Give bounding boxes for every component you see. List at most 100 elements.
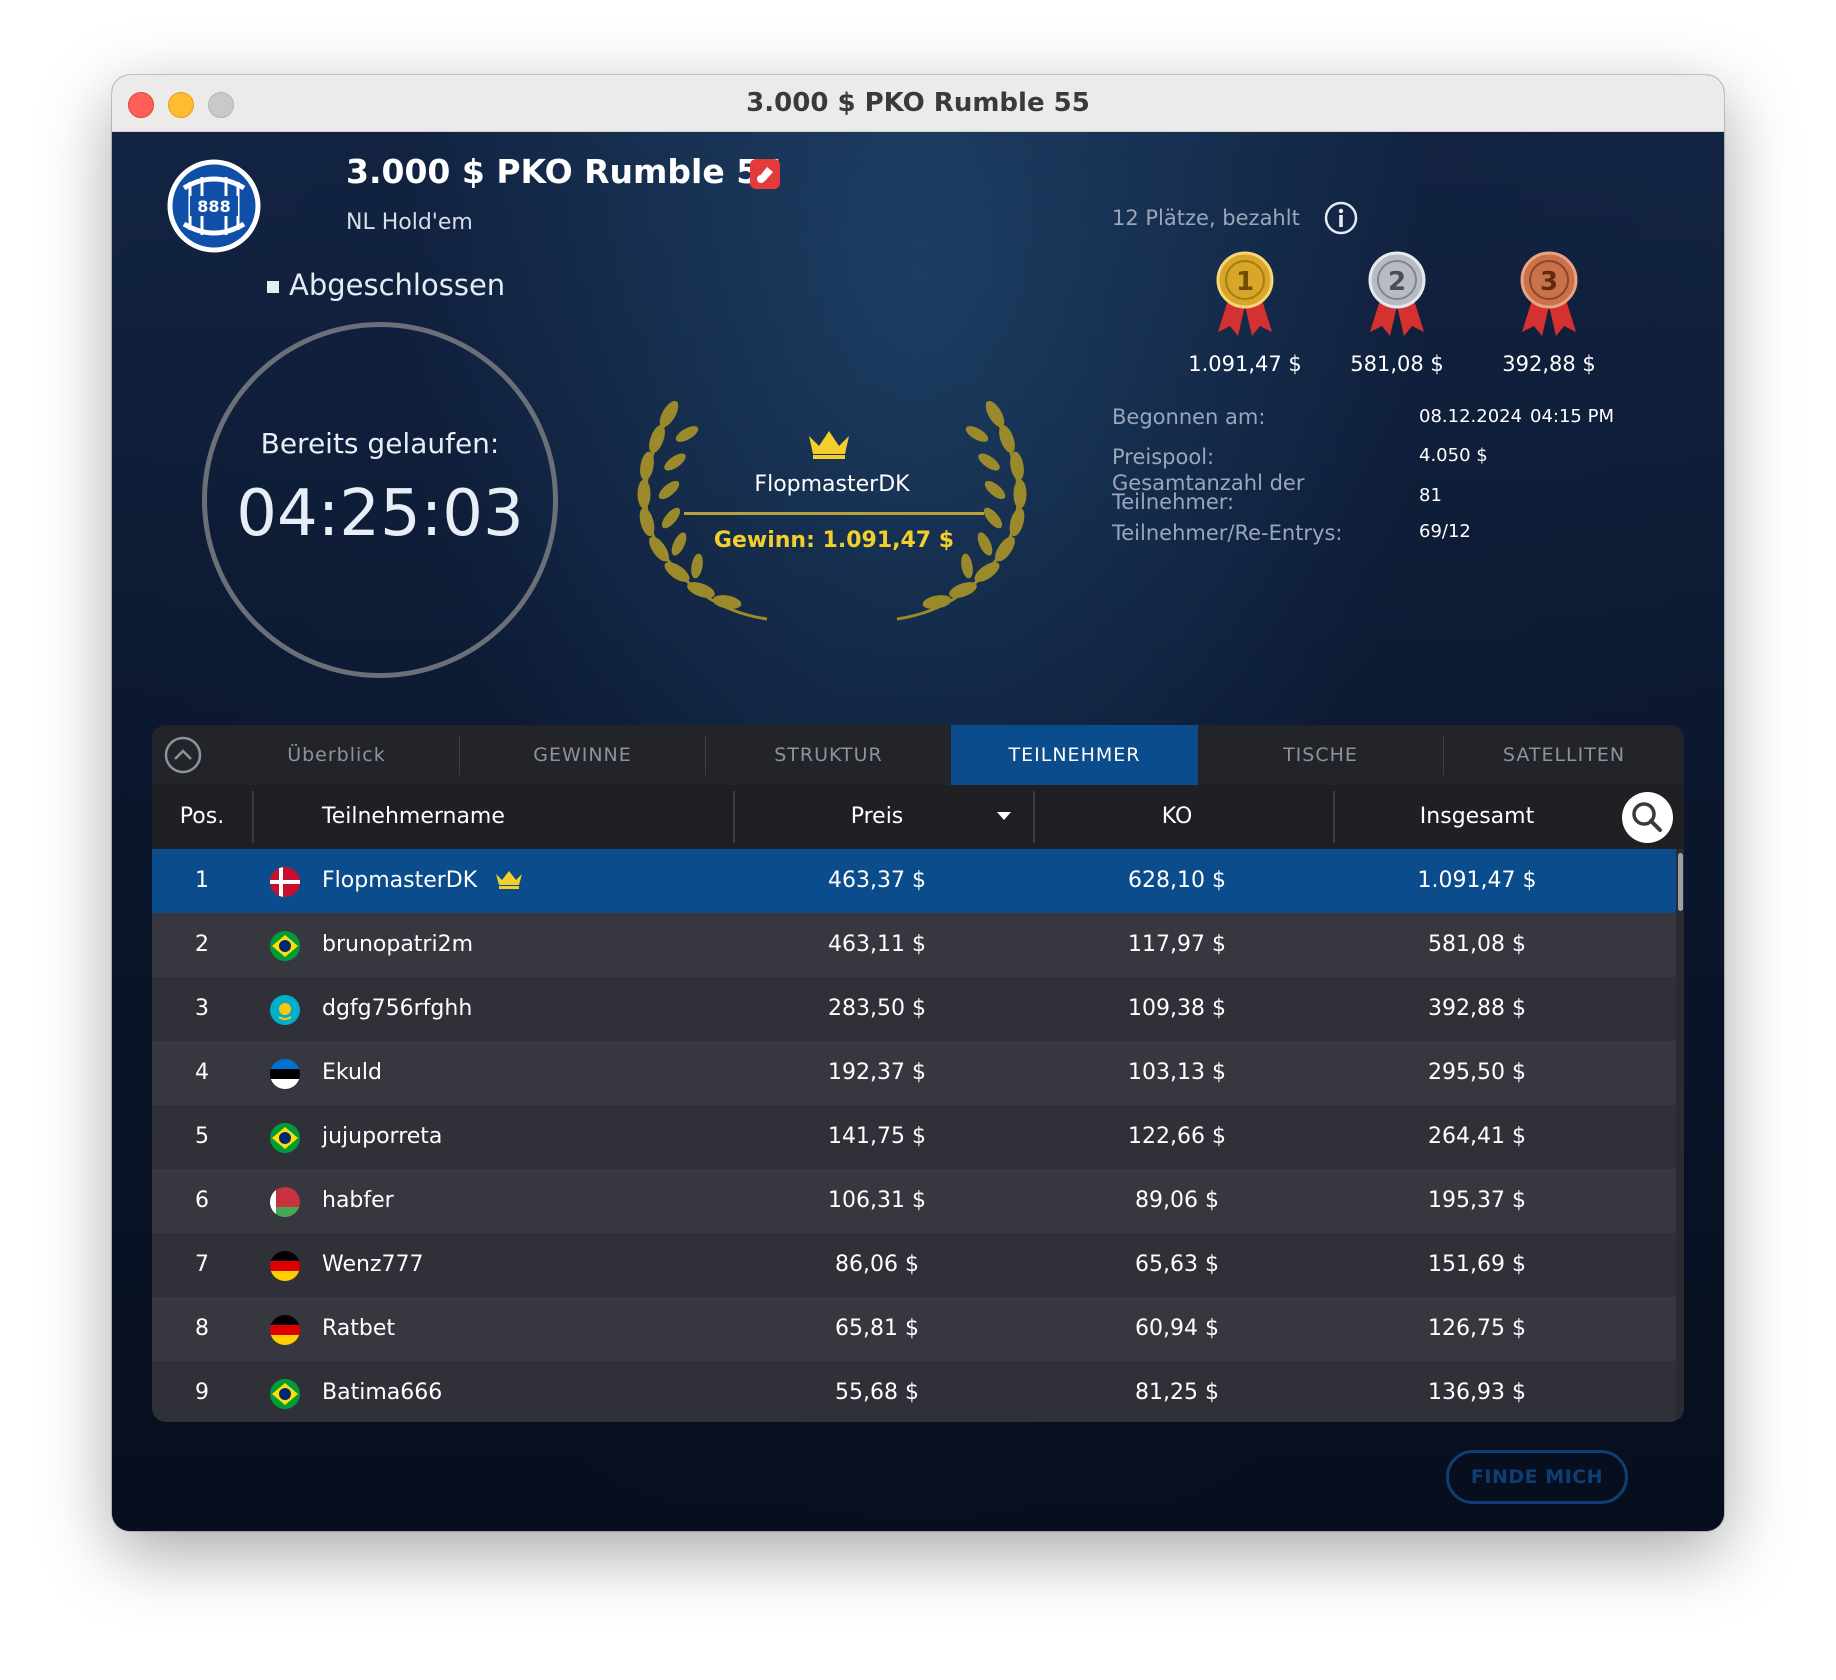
column-divider [252,791,254,843]
row-player-name: habfer [322,1188,394,1213]
tournament-status: Abgeschlossen [267,268,505,302]
tab-participants[interactable]: TEILNEHMER [951,725,1198,785]
row-total: 126,75 $ [1428,1316,1526,1341]
column-name[interactable]: Teilnehmername [322,785,505,849]
row-player-name: dgfg756rfghh [322,996,473,1021]
row-prize: 141,75 $ [828,1124,926,1149]
table-scrollbar[interactable] [1676,849,1684,1422]
info-icon[interactable] [1324,201,1358,235]
table-row[interactable]: 4 Ekuld 192,37 $ 103,13 $ 295,50 $ [152,1041,1676,1105]
scrollbar-thumb[interactable] [1678,853,1683,911]
svg-text:1: 1 [1236,267,1254,297]
row-prize: 283,50 $ [828,996,926,1021]
winner-crown-icon [809,431,849,459]
prize-first: 1.091,47 $ [1188,352,1302,376]
tab-tables[interactable]: TISCHE [1198,725,1443,785]
tournament-title: 3.000 $ PKO Rumble 55 [346,152,783,191]
tab-satellites[interactable]: SATELLITEN [1444,725,1684,785]
row-player-name: jujuporreta [322,1124,443,1149]
winner-divider [684,512,984,515]
row-ko: 89,06 $ [1135,1188,1219,1213]
started-time: 04:15 PM [1530,406,1614,427]
row-position: 1 [195,868,209,893]
column-total[interactable]: Insgesamt [1327,785,1627,849]
table-row[interactable]: 6 habfer 106,31 $ 89,06 $ 195,37 $ [152,1169,1676,1233]
estonia-flag-icon [270,1059,300,1089]
row-player-name: Batima666 [322,1380,443,1405]
row-ko: 628,10 $ [1128,868,1226,893]
row-total: 295,50 $ [1428,1060,1526,1085]
column-ko[interactable]: KO [1027,785,1327,849]
paid-places-label: 12 Plätze, bezahlt [1112,206,1300,230]
row-ko: 122,66 $ [1128,1124,1226,1149]
svg-text:888: 888 [197,197,230,216]
row-total: 151,69 $ [1428,1252,1526,1277]
table-row[interactable]: 2 brunopatri2m 463,11 $ 117,97 $ 581,08 … [152,913,1676,977]
brazil-flag-icon [270,1123,300,1153]
row-position: 7 [195,1252,209,1277]
column-position[interactable]: Pos. [152,785,252,849]
winner-gain: Gewinn: 1.091,47 $ [713,528,955,553]
table-row[interactable]: 8 Ratbet 65,81 $ 60,94 $ 126,75 $ [152,1297,1676,1361]
row-ko: 117,97 $ [1128,932,1226,957]
row-ko: 109,38 $ [1128,996,1226,1021]
row-total: 264,41 $ [1428,1124,1526,1149]
total-entrants-value: 81 [1419,485,1442,506]
denmark-flag-icon [270,867,300,897]
tab-prizes[interactable]: GEWINNE [460,725,705,785]
status-square-icon [267,281,279,293]
title-bar: 3.000 $ PKO Rumble 55 [112,75,1724,132]
svg-text:2: 2 [1388,267,1406,297]
row-player-name: FlopmasterDK [322,849,524,913]
row-player-name: brunopatri2m [322,932,474,957]
germany-flag-icon [270,1251,300,1281]
row-total: 136,93 $ [1428,1380,1526,1405]
row-total: 392,88 $ [1428,996,1526,1021]
sort-descending-icon[interactable] [997,812,1011,820]
bronze-medal-icon: 3 [1520,251,1578,336]
column-prize[interactable]: Preis [727,785,1027,849]
row-player-name: Wenz777 [322,1252,424,1277]
row-prize: 192,37 $ [828,1060,926,1085]
tab-structure[interactable]: STRUKTUR [706,725,951,785]
tab-overview[interactable]: Überblick [214,725,459,785]
knockout-badge-icon [750,159,780,189]
table-row[interactable]: 3 dgfg756rfghh 283,50 $ 109,38 $ 392,88 … [152,977,1676,1041]
timer-label: Bereits gelaufen: [260,427,500,460]
window-title: 3.000 $ PKO Rumble 55 [746,88,1090,118]
brazil-flag-icon [270,931,300,961]
row-total: 1.091,47 $ [1417,868,1537,893]
table-row[interactable]: 1 FlopmasterDK 463,37 $ 628,10 $ 1.091,4… [152,849,1676,913]
row-total: 195,37 $ [1428,1188,1526,1213]
prizepool-label: Preispool: [1112,445,1215,469]
row-player-name: Ratbet [322,1316,396,1341]
row-position: 4 [195,1060,209,1085]
row-position: 2 [195,932,209,957]
reentry-value: 69/12 [1419,521,1471,542]
row-total: 581,08 $ [1428,932,1526,957]
search-button[interactable] [1622,792,1673,843]
search-icon [1632,802,1662,832]
table-row[interactable]: 5 jujuporreta 141,75 $ 122,66 $ 264,41 $ [152,1105,1676,1169]
table-row[interactable]: 7 Wenz777 86,06 $ 65,63 $ 151,69 $ [152,1233,1676,1297]
row-prize: 463,11 $ [828,932,926,957]
player-name-text: FlopmasterDK [322,868,478,893]
table-row[interactable]: 9 Batima666 55,68 $ 81,25 $ 136,93 $ [152,1361,1676,1422]
row-position: 6 [195,1188,209,1213]
started-label: Begonnen am: [1112,405,1266,429]
tournament-window: 3.000 $ PKO Rumble 55 888 3.000 $ PKO Ru… [112,75,1724,1531]
total-entrants-label: Gesamtanzahl der Teilnehmer: [1112,473,1304,513]
crown-icon [496,871,523,889]
collapse-chevron-icon[interactable] [164,736,202,774]
winner-name: FlopmasterDK [754,472,910,497]
row-position: 9 [195,1380,209,1405]
elapsed-timer: Bereits gelaufen: 04:25:03 [202,322,558,678]
gold-medal-icon: 1 [1216,251,1274,336]
status-text: Abgeschlossen [289,268,506,302]
find-me-button[interactable]: FINDE MICH [1446,1450,1628,1504]
row-player-name: Ekuld [322,1060,382,1085]
row-ko: 65,63 $ [1135,1252,1219,1277]
row-position: 8 [195,1316,209,1341]
row-position: 3 [195,996,209,1021]
belarus-flag-icon [270,1187,300,1217]
